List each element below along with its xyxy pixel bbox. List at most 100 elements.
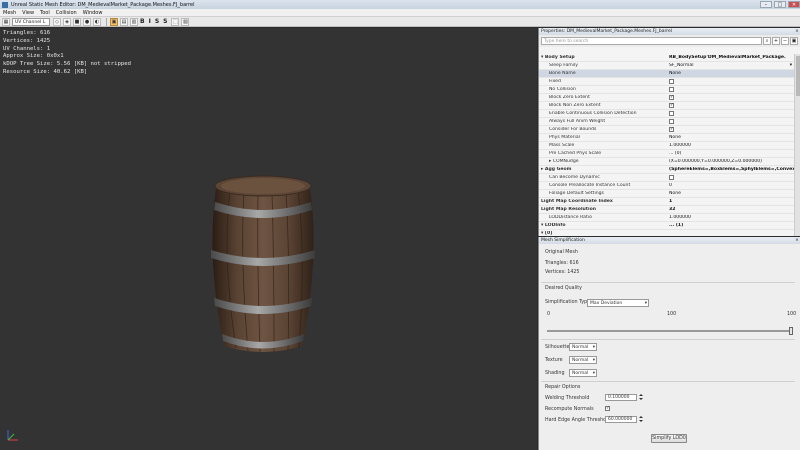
recompute-normals-checkbox[interactable]: ✓ xyxy=(605,406,610,411)
property-value[interactable] xyxy=(669,119,794,124)
property-row[interactable]: ▸ COMNudge (X=0.000000,Y=0.000000,Z=0.000… xyxy=(539,158,794,166)
collapse-all-icon[interactable]: − xyxy=(781,37,789,45)
shading-select[interactable]: Normal xyxy=(569,369,597,377)
property-row[interactable]: LODDistance Ratio 1.000000 xyxy=(539,214,794,222)
property-value[interactable] xyxy=(669,79,794,84)
wireframe-icon[interactable]: ◇ xyxy=(53,17,61,26)
property-value[interactable] xyxy=(669,87,794,92)
lock-icon[interactable]: ▥ xyxy=(130,17,138,26)
property-row[interactable]: Block Non Zero Extent ✓ xyxy=(539,102,794,110)
property-row[interactable]: Always Full Anim Weight xyxy=(539,118,794,126)
grid-icon[interactable]: ▦ xyxy=(2,17,10,26)
scrollbar-thumb[interactable] xyxy=(796,56,800,96)
properties-search-input[interactable]: Type here to search xyxy=(541,37,762,45)
toolbar-letter-b[interactable]: B xyxy=(140,18,145,25)
hard-edge-spinner-icon[interactable] xyxy=(639,416,643,422)
property-row[interactable]: Block Zero Extent ✓ xyxy=(539,94,794,102)
property-name: Phys Material xyxy=(549,135,580,140)
bounds-icon[interactable]: ◈ xyxy=(63,17,71,26)
property-name: Enable Continuous Collision Detection xyxy=(549,111,637,116)
texture-select[interactable]: Normal xyxy=(569,356,597,364)
property-name: Foliage Default Settings xyxy=(549,191,604,196)
property-row[interactable]: Bone Name None xyxy=(539,70,794,78)
property-checkbox[interactable] xyxy=(669,79,674,84)
property-row[interactable]: Enable Continuous Collision Detection xyxy=(539,110,794,118)
menu-mesh[interactable]: Mesh xyxy=(3,10,16,16)
property-value[interactable] xyxy=(669,175,794,180)
property-row[interactable]: No Collision xyxy=(539,86,794,94)
search-icon[interactable]: ⌕ xyxy=(763,37,771,45)
menu-view[interactable]: View xyxy=(22,10,34,16)
toolbar-letter-s2[interactable]: S xyxy=(163,18,167,25)
property-checkbox[interactable] xyxy=(669,87,674,92)
collision-icon[interactable]: ■ xyxy=(73,17,81,26)
property-checkbox[interactable]: ✓ xyxy=(669,127,674,132)
property-row[interactable]: ▸ Agg Geom (SphereElems=,BoxElems=,SphylE… xyxy=(539,166,794,174)
stat-vertices: Vertices: 1425 xyxy=(3,37,51,44)
simplification-type-select[interactable]: Max Deviation xyxy=(587,299,649,307)
minimize-button[interactable]: – xyxy=(760,1,772,8)
uv-channel-select[interactable]: UV Channel L xyxy=(12,17,50,26)
property-checkbox[interactable]: ✓ xyxy=(669,103,674,108)
property-checkbox[interactable]: ✓ xyxy=(669,95,674,100)
quality-slider-track[interactable] xyxy=(547,330,793,332)
property-value[interactable] xyxy=(669,111,794,116)
property-value: (X=0.000000,Y=0.000000,Z=0.000000) xyxy=(669,159,794,164)
slider-max-label: 100 xyxy=(787,312,797,317)
property-row[interactable]: Light Map Coordinate Index 1 xyxy=(539,198,794,206)
property-row[interactable]: Fixed xyxy=(539,78,794,86)
menu-window[interactable]: Window xyxy=(83,10,103,16)
property-value[interactable]: SF_Normal ▾ xyxy=(669,63,794,68)
menu-collision[interactable]: Collision xyxy=(56,10,77,16)
properties-close-icon[interactable]: × xyxy=(794,28,800,35)
close-button[interactable]: ✕ xyxy=(788,1,800,8)
expand-all-icon[interactable]: + xyxy=(772,37,780,45)
property-row[interactable]: Console Preallocate Instance Count 0 xyxy=(539,182,794,190)
property-row[interactable]: Can Become Dynamic xyxy=(539,174,794,182)
property-value: 1.000000 xyxy=(669,215,794,220)
realtime-icon[interactable]: ▣ xyxy=(110,17,118,26)
toolbar-letter-i[interactable]: I xyxy=(149,18,151,25)
lod-icon[interactable]: ▧ xyxy=(181,17,190,26)
mesh-simplification-close-icon[interactable]: × xyxy=(794,237,800,244)
property-row[interactable]: Light Map Resolution 32 xyxy=(539,206,794,214)
barrel-mesh xyxy=(211,175,315,353)
hard-edge-angle-input[interactable]: 60.000000 xyxy=(605,416,637,423)
property-row[interactable]: ▾ LODInfo ... (1) xyxy=(539,222,794,230)
property-checkbox[interactable] xyxy=(669,175,674,180)
camera-icon[interactable]: ▤ xyxy=(120,17,128,26)
property-list: ▾ Body Setup RB_BodySetup'DM_MedievalMark… xyxy=(539,54,794,238)
mesh-viewport[interactable]: Triangles: 616 Vertices: 1425 UV Channel… xyxy=(0,28,537,450)
mesh-simplification-header: Mesh Simplification × xyxy=(539,237,800,244)
welding-threshold-input[interactable]: 0.100000 xyxy=(605,394,637,401)
stat-triangles: Triangles: 616 xyxy=(3,30,51,36)
sockets-icon[interactable]: ◐ xyxy=(93,17,101,26)
original-vertices: Vertices: 1425 xyxy=(545,270,580,275)
normals-icon[interactable]: ● xyxy=(83,17,91,26)
property-row[interactable]: Pre Cached Phys Scale ... (0) xyxy=(539,150,794,158)
chevron-down-icon[interactable]: ▾ xyxy=(790,63,792,68)
menu-tool[interactable]: Tool xyxy=(40,10,50,16)
properties-scrollbar[interactable] xyxy=(794,54,800,236)
lock-properties-icon[interactable]: ▣ xyxy=(790,37,798,45)
toolbar-letter-s[interactable]: S xyxy=(155,18,159,25)
property-row[interactable]: ▾ Body Setup RB_BodySetup'DM_MedievalMark… xyxy=(539,54,794,62)
simplify-lod-button[interactable]: Simplify LOD0 xyxy=(651,434,687,443)
silhouette-select[interactable]: Normal xyxy=(569,343,597,351)
property-value[interactable]: ✓ xyxy=(669,95,794,100)
quality-slider-thumb[interactable] xyxy=(789,327,793,335)
property-row[interactable]: Phys Material None xyxy=(539,134,794,142)
property-row[interactable]: Foliage Default Settings None xyxy=(539,190,794,198)
property-value[interactable]: ✓ xyxy=(669,127,794,132)
property-name: Fixed xyxy=(549,79,561,84)
property-row[interactable]: Sleep Family SF_Normal ▾ xyxy=(539,62,794,70)
uv-overlay-icon[interactable]: ⬚ xyxy=(171,17,180,26)
property-row[interactable]: Mass Scale 1.000000 xyxy=(539,142,794,150)
property-value: None xyxy=(669,135,794,140)
property-checkbox[interactable] xyxy=(669,111,674,116)
property-row[interactable]: Consider For Bounds ✓ xyxy=(539,126,794,134)
welding-spinner-icon[interactable] xyxy=(639,394,643,400)
maximize-button[interactable]: □ xyxy=(774,1,786,8)
property-checkbox[interactable] xyxy=(669,119,674,124)
property-value[interactable]: ✓ xyxy=(669,103,794,108)
